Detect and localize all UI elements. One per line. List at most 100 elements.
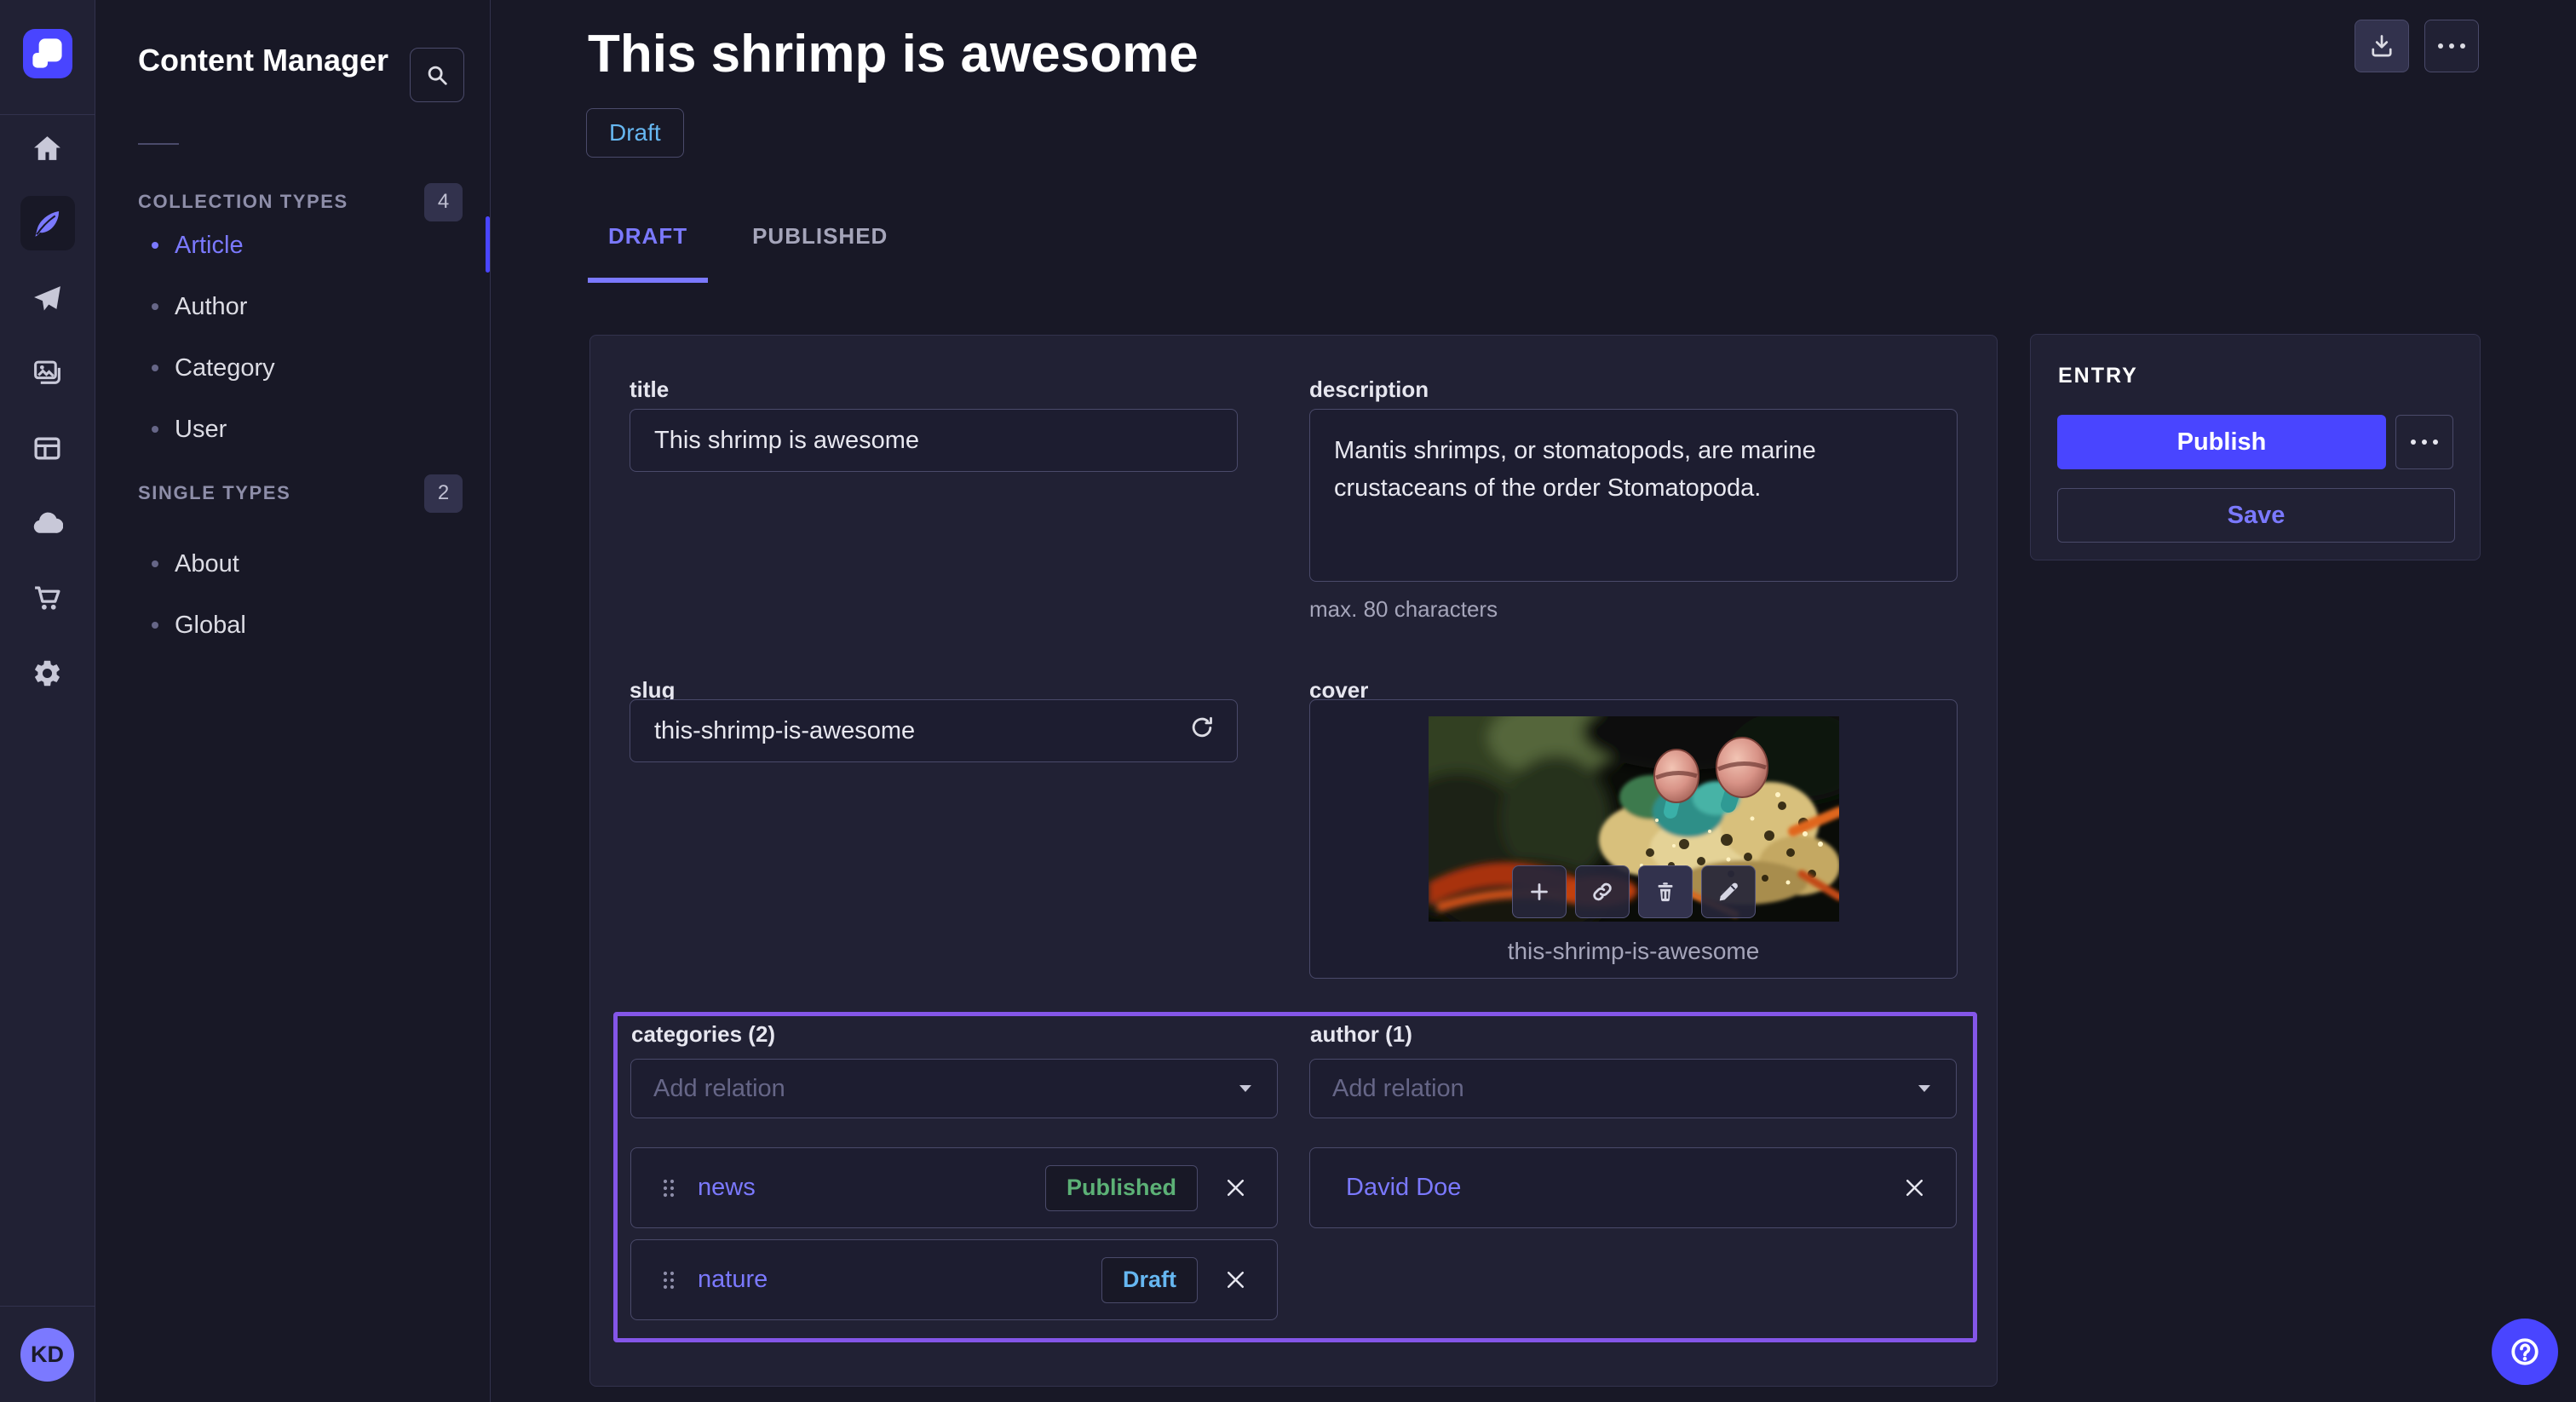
tab-published[interactable]: PUBLISHED [732, 204, 908, 283]
sidebar-item-user[interactable]: User [95, 399, 490, 460]
nav-releases[interactable] [20, 271, 75, 325]
section-single-types: SINGLE TYPES 2 [138, 474, 463, 513]
categories-field-label: categories (2) [631, 1021, 775, 1048]
sidebar-item-article[interactable]: Article [95, 215, 490, 276]
remove-relation-button[interactable] [1223, 1267, 1248, 1292]
sidebar-item-label: About [175, 550, 239, 578]
author-add-relation-select[interactable]: Add relation [1309, 1059, 1957, 1118]
nav-settings[interactable] [20, 646, 75, 700]
download-icon [2368, 32, 2395, 60]
description-field-label: description [1309, 376, 1429, 403]
categories-add-relation-select[interactable]: Add relation [630, 1059, 1278, 1118]
sidebar-item-category[interactable]: Category [95, 337, 490, 399]
nav-content-manager[interactable] [20, 196, 75, 250]
cover-filename: this-shrimp-is-awesome [1310, 938, 1957, 965]
plus-icon [1527, 879, 1552, 905]
chevron-down-icon [1915, 1083, 1934, 1095]
tab-draft[interactable]: DRAFT [588, 204, 708, 283]
trash-icon [1653, 879, 1678, 905]
cloud-icon [32, 508, 63, 539]
remove-relation-button[interactable] [1223, 1175, 1248, 1200]
relation-row-news: news Published [630, 1147, 1278, 1228]
sidebar-item-global[interactable]: Global [95, 595, 490, 656]
edit-form-card: title This shrimp is awesome description… [589, 335, 1998, 1387]
nav-media-library[interactable] [20, 346, 75, 400]
more-options-button[interactable] [2424, 20, 2479, 72]
more-icon [2411, 440, 2438, 445]
strapi-logo-icon [23, 29, 72, 78]
drag-handle-icon[interactable] [660, 1177, 677, 1199]
cover-edit-button[interactable] [1701, 865, 1756, 918]
sidebar-item-author[interactable]: Author [95, 276, 490, 337]
link-icon [1590, 879, 1615, 905]
description-hint: max. 80 characters [1309, 596, 1498, 623]
close-icon [1902, 1175, 1927, 1200]
entry-more-options-button[interactable] [2395, 415, 2453, 469]
cover-field: this-shrimp-is-awesome [1309, 699, 1958, 979]
help-button[interactable] [2492, 1319, 2558, 1385]
author-select-placeholder: Add relation [1332, 1075, 1464, 1103]
cover-delete-button[interactable] [1638, 865, 1693, 918]
version-tabs: DRAFT PUBLISHED [588, 204, 908, 283]
categories-select-placeholder: Add relation [653, 1075, 785, 1103]
active-item-indicator [486, 216, 490, 273]
media-library-icon [32, 358, 63, 389]
description-textarea[interactable]: Mantis shrimps, or stomatopods, are mari… [1309, 409, 1958, 582]
relation-row-nature: nature Draft [630, 1239, 1278, 1320]
main-nav-rail: KD [0, 0, 95, 1402]
question-mark-icon [2508, 1335, 2542, 1369]
drag-dots-icon [660, 1177, 677, 1199]
page-title: This shrimp is awesome [588, 24, 1199, 84]
relation-row-david-doe: David Doe [1309, 1147, 1957, 1228]
nav-content-type-builder[interactable] [20, 421, 75, 475]
nav-deployments[interactable] [20, 496, 75, 550]
relation-link-news[interactable]: news [698, 1174, 756, 1202]
home-icon [32, 133, 63, 164]
cover-image [1429, 716, 1839, 922]
status-chip-published: Published [1045, 1165, 1198, 1211]
close-icon [1223, 1175, 1248, 1200]
cover-copy-link-button[interactable] [1575, 865, 1630, 918]
bullet-icon [152, 426, 158, 433]
relation-link-nature[interactable]: nature [698, 1266, 768, 1294]
status-chip-draft: Draft [1101, 1257, 1198, 1303]
drag-dots-icon [660, 1269, 677, 1291]
sidebar-title: Content Manager [138, 43, 388, 78]
title-input[interactable]: This shrimp is awesome [630, 409, 1238, 472]
slug-value: this-shrimp-is-awesome [654, 717, 915, 745]
cart-icon [32, 583, 63, 614]
user-avatar[interactable]: KD [20, 1328, 74, 1382]
entry-panel-title: ENTRY [2058, 364, 2138, 388]
bullet-icon [152, 622, 158, 629]
sidebar-divider [138, 143, 179, 145]
refresh-icon [1189, 715, 1215, 740]
search-button[interactable] [410, 48, 464, 102]
more-icon [2438, 43, 2465, 49]
export-button[interactable] [2355, 20, 2409, 72]
pencil-icon [1716, 879, 1741, 905]
publish-button[interactable]: Publish [2057, 415, 2386, 469]
sidebar-item-label: Category [175, 354, 275, 382]
relation-link-david-doe[interactable]: David Doe [1346, 1174, 1461, 1202]
bullet-icon [152, 560, 158, 567]
regenerate-slug-button[interactable] [1189, 715, 1215, 747]
cover-add-button[interactable] [1512, 865, 1567, 918]
drag-handle-icon[interactable] [660, 1269, 677, 1291]
rail-divider [0, 114, 95, 115]
sidebar-item-label: Article [175, 232, 244, 260]
nav-home[interactable] [20, 121, 75, 175]
gear-icon [32, 658, 63, 689]
feather-icon [32, 208, 63, 239]
save-button[interactable]: Save [2057, 488, 2455, 543]
sidebar-item-label: User [175, 416, 227, 444]
strapi-logo[interactable] [23, 29, 72, 78]
sidebar-item-label: Global [175, 612, 246, 640]
nav-marketplace[interactable] [20, 571, 75, 625]
rail-bottom-divider [0, 1306, 95, 1307]
remove-relation-button[interactable] [1902, 1175, 1927, 1200]
slug-input[interactable]: this-shrimp-is-awesome [630, 699, 1238, 762]
author-field-label: author (1) [1310, 1021, 1412, 1048]
bullet-icon [152, 365, 158, 371]
sidebar-item-about[interactable]: About [95, 533, 490, 595]
layout-icon [32, 433, 63, 464]
